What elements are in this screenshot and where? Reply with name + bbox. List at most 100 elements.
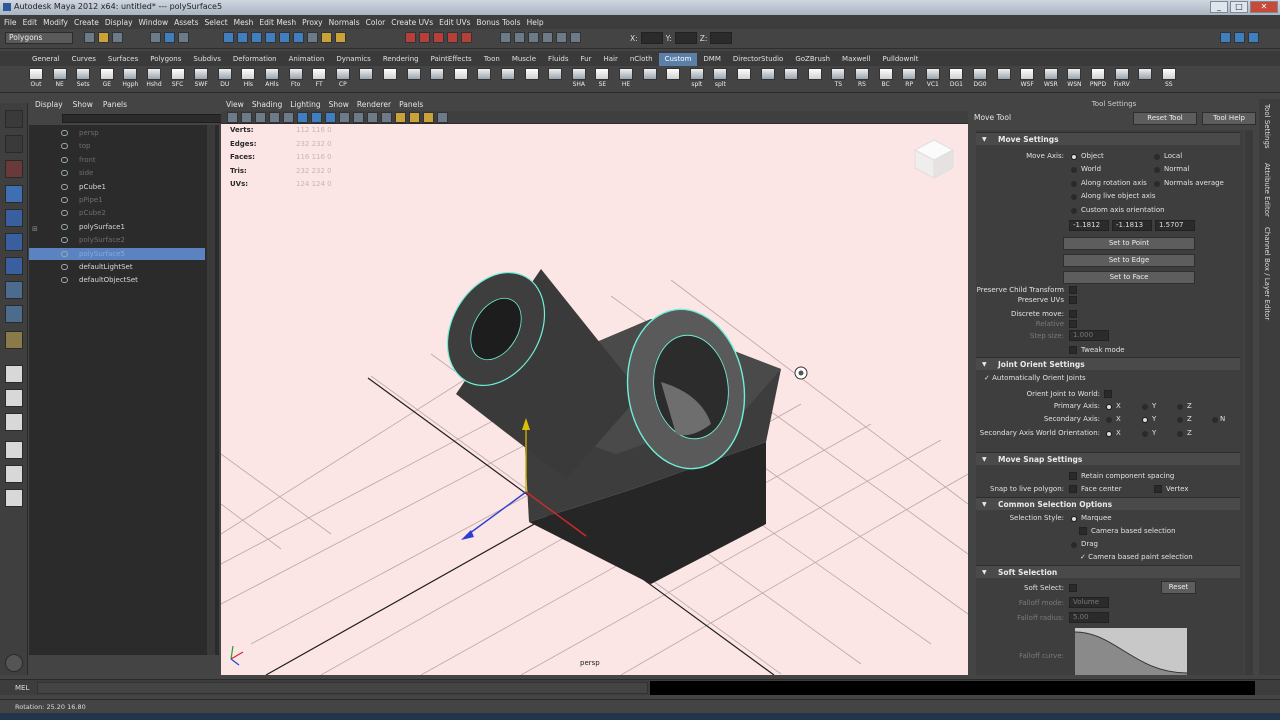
shelf-tab-muscle[interactable]: Muscle bbox=[506, 53, 542, 66]
secondary-world-x-radio[interactable] bbox=[1106, 431, 1112, 437]
shelf-tab-fluids[interactable]: Fluids bbox=[542, 53, 574, 66]
shelf-button-tool-17[interactable] bbox=[427, 68, 447, 81]
shelf-button-fixrv[interactable]: FixRV bbox=[1112, 68, 1132, 88]
shelf-button-cp[interactable]: CP bbox=[333, 68, 353, 88]
grid-icon[interactable] bbox=[283, 112, 294, 123]
shelf-tab-painteffects[interactable]: PaintEffects bbox=[425, 53, 478, 66]
soft-select-checkbox[interactable] bbox=[1069, 584, 1077, 592]
shelf-button-hshd[interactable]: Hshd bbox=[144, 68, 164, 88]
snap-view-plane-icon[interactable] bbox=[447, 32, 458, 43]
outliner-item-top[interactable]: top bbox=[29, 140, 205, 152]
viewport-menu-view[interactable]: View bbox=[226, 99, 244, 111]
tool-help-button[interactable]: Tool Help bbox=[1202, 112, 1256, 125]
outliner-item-pcube2[interactable]: pCube2 bbox=[29, 207, 205, 219]
outliner-item-polysurface5[interactable]: polySurface5 bbox=[29, 247, 205, 260]
paint-select-tool-icon[interactable] bbox=[5, 160, 23, 178]
shelf-tab-custom[interactable]: Custom bbox=[658, 53, 698, 66]
shelf-button-tool-33[interactable] bbox=[805, 68, 825, 81]
mask-handles-icon[interactable] bbox=[223, 32, 234, 43]
secondary-world-z-radio[interactable] bbox=[1177, 431, 1183, 437]
make-live-icon[interactable] bbox=[461, 32, 472, 43]
soft-select-reset-button[interactable]: Reset bbox=[1161, 581, 1196, 594]
shelf-tab-pulldownlt[interactable]: Pulldownlt bbox=[876, 53, 924, 66]
viewport-canvas[interactable]: Verts: Edges: Faces: Tris: UVs: 112 116 … bbox=[221, 124, 968, 675]
shelf-tab-general[interactable]: General bbox=[26, 53, 66, 66]
section-move-snap[interactable]: Move Snap Settings bbox=[976, 452, 1240, 466]
xray-icon[interactable] bbox=[381, 112, 392, 123]
set-to-edge-button[interactable]: Set to Edge bbox=[1063, 254, 1195, 267]
discrete-move-checkbox[interactable] bbox=[1069, 310, 1077, 318]
shelf-button-fto[interactable]: Fto bbox=[286, 68, 306, 88]
save-scene-icon[interactable] bbox=[112, 32, 123, 43]
x-field[interactable] bbox=[640, 32, 663, 44]
shelf-button-hls[interactable]: Hls bbox=[238, 68, 258, 88]
secondary-y-radio[interactable] bbox=[1142, 417, 1148, 423]
menu-color[interactable]: Color bbox=[366, 18, 392, 27]
render-view-icon[interactable] bbox=[514, 32, 525, 43]
show-channel-box-icon[interactable] bbox=[1248, 32, 1259, 43]
layout-graph-icon[interactable] bbox=[5, 465, 23, 483]
shelf-button-sets[interactable]: Sets bbox=[73, 68, 93, 88]
shelf-button-sha[interactable]: SHA bbox=[569, 68, 589, 88]
lasso-tool-icon[interactable] bbox=[5, 135, 23, 153]
shelf-tab-maxwell[interactable]: Maxwell bbox=[836, 53, 876, 66]
z-field[interactable] bbox=[710, 32, 733, 44]
move-axis-custom-radio[interactable] bbox=[1071, 208, 1077, 214]
menu-display[interactable]: Display bbox=[105, 18, 139, 27]
shelf-button-tool-22[interactable] bbox=[545, 68, 565, 81]
render-current-icon[interactable] bbox=[528, 32, 539, 43]
shelf-tab-gozbrush[interactable]: GoZBrush bbox=[789, 53, 836, 66]
shelf-button-se[interactable]: SE bbox=[592, 68, 612, 88]
shelf-button-splt[interactable]: splt bbox=[687, 68, 707, 88]
section-move-settings[interactable]: Move Settings bbox=[976, 132, 1240, 146]
menu-file[interactable]: File bbox=[4, 18, 23, 27]
select-tool-icon[interactable] bbox=[5, 110, 23, 128]
maximize-button[interactable]: □ bbox=[1230, 1, 1248, 13]
vertex-checkbox[interactable] bbox=[1154, 485, 1162, 493]
shelf-button-dg1[interactable]: DG1 bbox=[946, 68, 966, 88]
menu-bonus-tools[interactable]: Bonus Tools bbox=[477, 18, 527, 27]
select-hierarchy-icon[interactable] bbox=[150, 32, 161, 43]
shelf-button-tool-20[interactable] bbox=[498, 68, 518, 81]
section-joint-orient[interactable]: Joint Orient Settings bbox=[976, 357, 1240, 371]
menu-normals[interactable]: Normals bbox=[329, 18, 366, 27]
primary-y-radio[interactable] bbox=[1142, 404, 1148, 410]
soft-mod-tool-icon[interactable] bbox=[5, 281, 23, 299]
shelf-tab-animation[interactable]: Animation bbox=[283, 53, 331, 66]
field-chart-icon[interactable] bbox=[423, 112, 434, 123]
preserve-child-checkbox[interactable] bbox=[1069, 286, 1077, 294]
layout-four-icon[interactable] bbox=[5, 389, 23, 407]
shelf-tab-rendering[interactable]: Rendering bbox=[377, 53, 425, 66]
custom-axis-z-field[interactable]: 1.5707 bbox=[1155, 220, 1195, 231]
shelf-tab-directorstudio[interactable]: DirectorStudio bbox=[727, 53, 789, 66]
viewport-menu-lighting[interactable]: Lighting bbox=[290, 99, 320, 111]
menu-edit[interactable]: Edit bbox=[23, 18, 44, 27]
tab-tool-settings[interactable]: Tool Settings bbox=[1263, 104, 1271, 149]
minimize-button[interactable]: _ bbox=[1210, 1, 1228, 13]
orient-world-checkbox[interactable] bbox=[1104, 390, 1112, 398]
shelf-tab-subdivs[interactable]: Subdivs bbox=[187, 53, 227, 66]
primary-z-radio[interactable] bbox=[1177, 404, 1183, 410]
section-common-selection[interactable]: Common Selection Options bbox=[976, 497, 1240, 511]
move-tool-icon[interactable] bbox=[5, 185, 23, 203]
shelf-button-ge[interactable]: GE bbox=[97, 68, 117, 88]
custom-axis-y-field[interactable]: -1.1813 bbox=[1112, 220, 1152, 231]
shelf-button-wsf[interactable]: WSF bbox=[1017, 68, 1037, 88]
shelf-tab-fur[interactable]: Fur bbox=[575, 53, 598, 66]
shelf-tab-ncloth[interactable]: nCloth bbox=[624, 53, 659, 66]
construction-history-icon[interactable] bbox=[500, 32, 511, 43]
shelf-button-sfc[interactable]: SFC bbox=[168, 68, 188, 88]
menu-proxy[interactable]: Proxy bbox=[302, 18, 329, 27]
menu-help[interactable]: Help bbox=[527, 18, 550, 27]
section-soft-selection[interactable]: Soft Selection bbox=[976, 565, 1240, 579]
preserve-uvs-checkbox[interactable] bbox=[1069, 296, 1077, 304]
tab-attribute-editor[interactable]: Attribute Editor bbox=[1263, 163, 1271, 217]
ipr-render-icon[interactable] bbox=[542, 32, 553, 43]
resolution-gate-icon[interactable] bbox=[409, 112, 420, 123]
custom-axis-x-field[interactable]: -1.1812 bbox=[1069, 220, 1109, 231]
camera-based-checkbox[interactable] bbox=[1079, 527, 1087, 535]
shelf-button-tool-21[interactable] bbox=[522, 68, 542, 81]
layout-single-icon[interactable] bbox=[5, 365, 23, 383]
face-center-checkbox[interactable] bbox=[1069, 485, 1077, 493]
step-size-field[interactable]: 1.000 bbox=[1069, 330, 1109, 341]
